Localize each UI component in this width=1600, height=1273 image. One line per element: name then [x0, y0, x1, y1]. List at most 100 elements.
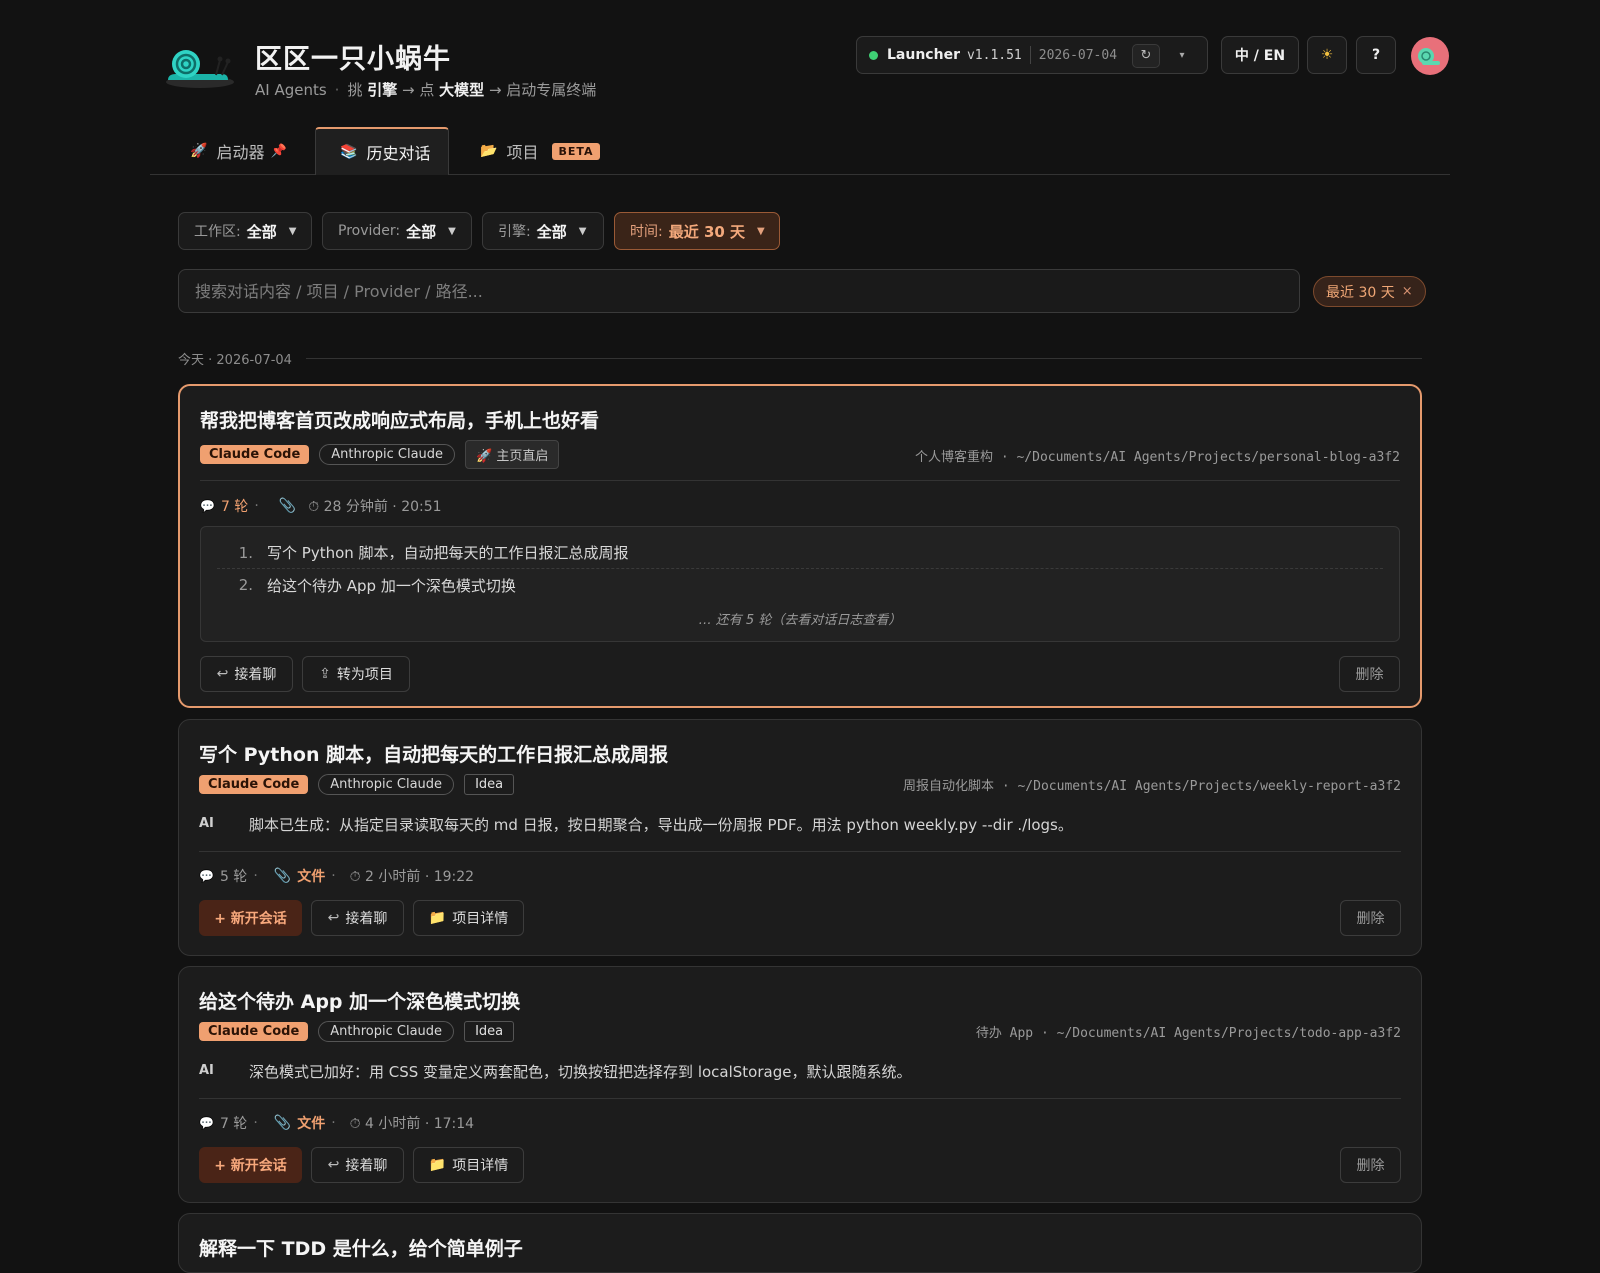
time-filter[interactable]: 时间: 最近 30 天 ▼ [614, 212, 780, 250]
files-label[interactable]: 文件 [297, 1113, 325, 1133]
app-title: 区区一只小蜗牛 [255, 44, 451, 75]
convert-to-project-button[interactable]: ⇪ 转为项目 [302, 656, 410, 692]
refresh-icon[interactable]: ↻ [1132, 44, 1160, 68]
conversation-title: 写个 Python 脚本，自动把每天的工作日报汇总成周报 [199, 744, 669, 766]
avatar-snail-icon [1418, 48, 1440, 65]
help-button[interactable]: ? [1356, 36, 1396, 74]
turn-number: 1. [238, 543, 253, 562]
ai-summary-text: 深色模式已加好：用 CSS 变量定义两套配色，切换按钮把选择存到 localSt… [249, 1063, 912, 1081]
project-detail-label: 项目详情 [452, 1158, 509, 1174]
snail-logo [166, 50, 234, 88]
project-detail-button[interactable]: 📁 项目详情 [413, 900, 524, 936]
meta-dot: · [254, 498, 259, 514]
turn-history: 1. 写个 Python 脚本，自动把每天的工作日报汇总成周报 2. 给这个待办… [200, 526, 1400, 642]
list-item[interactable]: 2. 给这个待办 App 加一个深色模式切换 [217, 569, 1383, 601]
dropdown-arrow-icon: ▼ [578, 225, 587, 237]
new-session-button[interactable]: + 新开会话 [199, 1147, 302, 1183]
day-divider [305, 357, 1422, 359]
books-icon: 📚 [340, 144, 358, 160]
header: 区区一只小蜗牛 AI Agents · 挑 引擎 → 点 大模型 → 启动专属终端 … [150, 30, 1450, 110]
launcher-status[interactable]: Launcher v1.1.51 2026-07-04 ↻ ▾ [856, 36, 1208, 74]
conversation-time: ⏱ 2 小时前 · 19:22 [349, 869, 475, 885]
language-toggle-button[interactable]: 中 / EN [1221, 36, 1299, 74]
list-item[interactable]: 1. 写个 Python 脚本，自动把每天的工作日报汇总成周报 [217, 537, 1383, 569]
tag-row: Claude Code Anthropic Claude Idea [199, 774, 515, 795]
meta-dot: · [253, 868, 258, 884]
convert-to-project-label: 转为项目 [336, 667, 393, 683]
launcher-separator [1029, 46, 1031, 64]
provider-filter-value: 全部 [406, 222, 437, 241]
delete-button[interactable]: 删除 [1340, 1147, 1401, 1183]
subtitle-arrow2: → 启动专属终端 [488, 81, 597, 99]
main-tabs: 🚀 启动器 📌 📚 历史对话 📂 项目 BETA [150, 127, 1450, 175]
conversation-meta: 💬 7 轮 · 📎 文件 · ⏱ 4 小时前 · 17:14 [199, 1113, 474, 1133]
tab-launcher-label: 启动器 [216, 143, 265, 162]
dropdown-arrow-icon: ▼ [448, 225, 456, 237]
project-path[interactable]: 周报自动化脚本 · ~/Documents/AI Agents/Projects… [903, 775, 1401, 794]
active-filter-chip[interactable]: 最近 30 天 × [1313, 276, 1426, 307]
ai-label: AI [199, 816, 214, 831]
turn-text: 写个 Python 脚本，自动把每天的工作日报汇总成周报 [267, 544, 629, 562]
idea-tag: Idea [464, 1021, 515, 1042]
ai-summary: AI 深色模式已加好：用 CSS 变量定义两套配色，切换按钮把选择存到 loca… [199, 1061, 911, 1082]
conversation-meta: 💬 7 轮 · 📎 ⏱ 28 分钟前 · 20:51 [200, 496, 442, 516]
resume-chat-button[interactable]: ↩ 接着聊 [200, 656, 293, 692]
meta-dot: · [331, 1115, 336, 1131]
dropdown-arrow-icon: ▼ [757, 225, 765, 237]
avatar[interactable] [1411, 37, 1449, 75]
day-label: 今天 · 2026-07-04 [178, 352, 292, 368]
project-path[interactable]: 待办 App · ~/Documents/AI Agents/Projects/… [976, 1022, 1401, 1041]
more-turns-link[interactable]: … 还有 5 轮（去看对话日志查看） [201, 609, 1399, 628]
paperclip-icon: 📎 [273, 1115, 292, 1131]
provider-filter[interactable]: Provider: 全部 ▼ [322, 212, 472, 250]
engine-filter-value: 全部 [536, 222, 567, 241]
chat-icon: 💬 [199, 1116, 214, 1130]
engine-tag: Claude Code [200, 445, 310, 464]
project-detail-button[interactable]: 📁 项目详情 [413, 1147, 524, 1183]
tag-row: Claude Code Anthropic Claude Idea [199, 1021, 515, 1042]
launcher-date: 2026-07-04 [1038, 47, 1118, 63]
workspace-filter[interactable]: 工作区: 全部 ▼ [178, 212, 312, 250]
day-separator: 今天 · 2026-07-04 [178, 350, 1422, 368]
engine-tag: Claude Code [199, 1022, 309, 1041]
resume-chat-button[interactable]: ↩ 接着聊 [311, 900, 404, 936]
active-filter-chip-label: 最近 30 天 [1326, 284, 1395, 301]
conversation-card[interactable]: 写个 Python 脚本，自动把每天的工作日报汇总成周报 Claude Code… [178, 719, 1422, 956]
subtitle-engine: 引擎 [367, 81, 398, 99]
launch-source-tag: 🚀 主页直启 [465, 440, 560, 469]
card-divider [199, 851, 1401, 852]
card-divider [199, 1098, 1401, 1099]
close-icon[interactable]: × [1402, 284, 1413, 299]
provider-tag: Anthropic Claude [318, 1021, 455, 1042]
new-session-button[interactable]: + 新开会话 [199, 900, 302, 936]
project-path[interactable]: 个人博客重构 · ~/Documents/AI Agents/Projects/… [915, 446, 1400, 465]
chevron-down-icon[interactable]: ▾ [1172, 46, 1192, 66]
conversation-card[interactable]: 给这个待办 App 加一个深色模式切换 Claude Code Anthropi… [178, 966, 1422, 1203]
search-input[interactable] [178, 269, 1300, 313]
conversation-card[interactable]: 帮我把博客首页改成响应式布局，手机上也好看 Claude Code Anthro… [178, 384, 1422, 708]
tab-projects-label: 项目 [506, 143, 539, 162]
folder-icon: 📁 [428, 910, 447, 926]
tab-launcher[interactable]: 🚀 启动器 📌 [190, 127, 287, 175]
theme-toggle-button[interactable]: ☀ [1307, 36, 1347, 74]
conversation-card[interactable]: 解释一下 TDD 是什么，给个简单例子 [178, 1213, 1422, 1273]
tab-projects[interactable]: 📂 项目 BETA [480, 127, 600, 175]
turn-number: 2. [238, 576, 253, 594]
chat-icon: 💬 [199, 869, 214, 883]
conversation-time: ⏱ 28 分钟前 · 20:51 [308, 499, 442, 515]
subtitle-dot: · [334, 81, 340, 99]
resume-chat-button[interactable]: ↩ 接着聊 [311, 1147, 404, 1183]
files-label[interactable]: 文件 [297, 866, 325, 886]
provider-filter-label: Provider: [338, 223, 401, 239]
engine-filter[interactable]: 引擎: 全部 ▼ [482, 212, 604, 250]
turn-count: 7 轮 [220, 499, 249, 515]
resume-chat-label: 接着聊 [234, 667, 277, 683]
delete-button[interactable]: 删除 [1340, 900, 1401, 936]
resume-chat-label: 接着聊 [345, 1158, 388, 1174]
conversation-title: 帮我把博客首页改成响应式布局，手机上也好看 [200, 410, 600, 432]
ai-summary: AI 脚本已生成：从指定目录读取每天的 md 日报，按日期聚合，导出成一份周报 … [199, 814, 1073, 835]
delete-button[interactable]: 删除 [1339, 656, 1400, 692]
subtitle-model: 大模型 [439, 81, 485, 99]
tab-history[interactable]: 📚 历史对话 [315, 127, 450, 175]
turn-count: 5 轮 [219, 869, 248, 885]
